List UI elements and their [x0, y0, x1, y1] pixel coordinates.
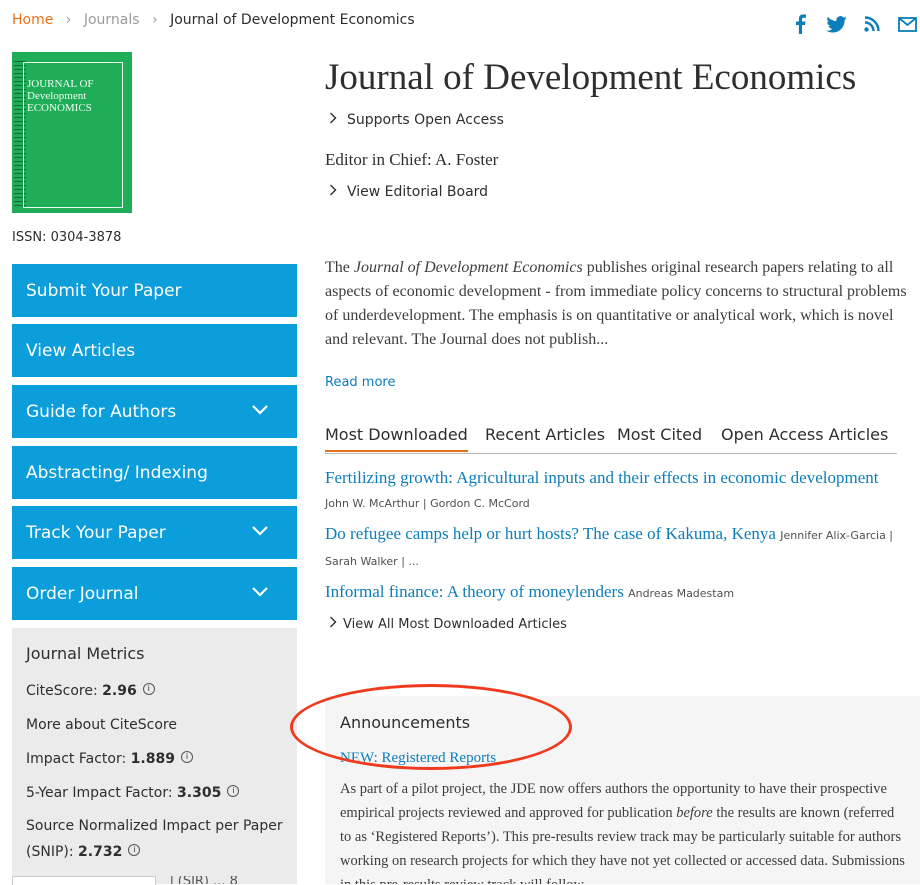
view-all-most-downloaded-link[interactable]: View All Most Downloaded Articles — [329, 616, 567, 632]
view-articles-button[interactable]: View Articles — [12, 324, 297, 377]
more-citescore-link[interactable]: More about CiteScore — [26, 717, 177, 733]
breadcrumb-separator: › — [152, 12, 158, 28]
tab-most-downloaded[interactable]: Most Downloaded — [325, 425, 468, 452]
order-journal-label: Order Journal — [26, 583, 139, 604]
impact-factor-row: Impact Factor: 1.889 i — [26, 751, 193, 767]
journal-metrics-panel: Journal Metrics CiteScore: 2.96 i More ab… — [12, 628, 297, 885]
chevron-down-icon — [252, 526, 268, 536]
twitter-icon[interactable] — [825, 14, 847, 34]
view-articles-label: View Articles — [26, 340, 136, 361]
metrics-title: Journal Metrics — [26, 644, 145, 663]
description-text: The — [325, 259, 354, 276]
breadcrumb-home-link[interactable]: Home — [12, 12, 53, 28]
info-icon[interactable]: i — [180, 751, 193, 763]
supports-open-access-label: Supports Open Access — [347, 112, 504, 128]
submit-paper-label: Submit Your Paper — [26, 280, 182, 301]
view-editorial-board-label: View Editorial Board — [347, 184, 489, 200]
read-more-link[interactable]: Read more — [325, 375, 395, 390]
article-authors: John W. McArthur | Gordon C. McCord — [325, 497, 530, 510]
breadcrumb-journals-link[interactable]: Journals — [84, 12, 140, 28]
editor-in-chief: Editor in Chief: A. Foster — [325, 150, 499, 169]
tab-most-cited[interactable]: Most Cited — [617, 425, 702, 450]
description-journal-name: Journal of Development Economics — [353, 259, 583, 276]
list-item: Fertilizing growth: Agricultural inputs … — [325, 466, 885, 516]
article-authors: Andreas Madestam — [628, 587, 735, 600]
article-title-link[interactable]: Do refugee camps help or hurt hosts? The… — [325, 524, 776, 543]
citescore-value: 2.96 — [102, 683, 137, 699]
breadcrumb-current: Journal of Development Economics — [170, 12, 415, 28]
five-year-impact-label: 5-Year Impact Factor: — [26, 785, 178, 801]
partial-metric-row: l (SJR) ... 8 — [170, 876, 238, 884]
journal-cover-image: JOURNAL OF Development ECONOMICS — [12, 52, 132, 213]
citescore-row: CiteScore: 2.96 i — [26, 683, 155, 699]
issn: ISSN: 0304-3878 — [12, 230, 122, 245]
journal-description: The Journal of Development Economics pub… — [325, 256, 920, 352]
rss-icon[interactable] — [862, 14, 882, 34]
list-item: Informal finance: A theory of moneylende… — [325, 580, 905, 606]
chevron-right-icon — [330, 616, 337, 628]
guide-for-authors-label: Guide for Authors — [26, 401, 177, 422]
five-year-impact-row: 5-Year Impact Factor: 3.305 i — [26, 785, 240, 801]
track-paper-button[interactable]: Track Your Paper — [12, 506, 297, 559]
breadcrumb-separator: › — [65, 12, 72, 28]
article-title-link[interactable]: Informal finance: A theory of moneylende… — [325, 582, 624, 601]
impact-factor-value: 1.889 — [130, 751, 175, 767]
snip-label-2: (SNIP): — [26, 844, 79, 860]
chevron-right-icon — [330, 184, 337, 196]
abstracting-indexing-button[interactable]: Abstracting/ Indexing — [12, 446, 297, 499]
article-tabs: Most Downloaded Recent Articles Most Cit… — [325, 425, 897, 454]
snip-value: 2.732 — [78, 844, 123, 860]
view-all-label: View All Most Downloaded Articles — [343, 617, 567, 632]
order-journal-button[interactable]: Order Journal — [12, 567, 297, 620]
announcement-emphasis: before — [676, 805, 713, 821]
view-editorial-board-link[interactable]: View Editorial Board — [329, 184, 488, 200]
snip-row: (SNIP): 2.732 i — [26, 844, 141, 860]
info-icon[interactable]: i — [142, 683, 155, 695]
info-icon[interactable]: i — [227, 785, 240, 797]
supports-open-access-link[interactable]: Supports Open Access — [329, 112, 504, 128]
article-title-link[interactable]: Fertilizing growth: Agricultural inputs … — [325, 468, 878, 487]
tab-open-access-articles[interactable]: Open Access Articles — [721, 425, 888, 450]
info-icon[interactable]: i — [128, 844, 141, 856]
track-paper-label: Track Your Paper — [26, 522, 166, 543]
list-item: Do refugee camps help or hurt hosts? The… — [325, 522, 905, 574]
abstracting-indexing-label: Abstracting/ Indexing — [26, 462, 208, 483]
impact-factor-label: Impact Factor: — [26, 751, 131, 767]
chevron-right-icon — [330, 112, 337, 124]
citescore-label: CiteScore: — [26, 683, 103, 699]
page-title: Journal of Development Economics — [325, 57, 857, 98]
facebook-icon[interactable] — [790, 14, 810, 34]
tab-recent-articles[interactable]: Recent Articles — [485, 425, 605, 450]
email-icon[interactable] — [896, 14, 918, 34]
announcement-body: As part of a pilot project, the JDE now … — [340, 777, 905, 884]
submit-paper-button[interactable]: Submit Your Paper — [12, 264, 297, 317]
breadcrumb: Home › Journals › Journal of Development… — [12, 12, 415, 28]
chevron-down-icon — [252, 405, 268, 415]
snip-label: Source Normalized Impact per Paper — [26, 818, 283, 834]
highlight-circle-annotation — [290, 684, 572, 770]
five-year-impact-value: 3.305 — [177, 785, 222, 801]
guide-for-authors-button[interactable]: Guide for Authors — [12, 385, 297, 438]
cover-title: JOURNAL OF Development ECONOMICS — [27, 78, 94, 114]
chevron-down-icon — [252, 587, 268, 597]
